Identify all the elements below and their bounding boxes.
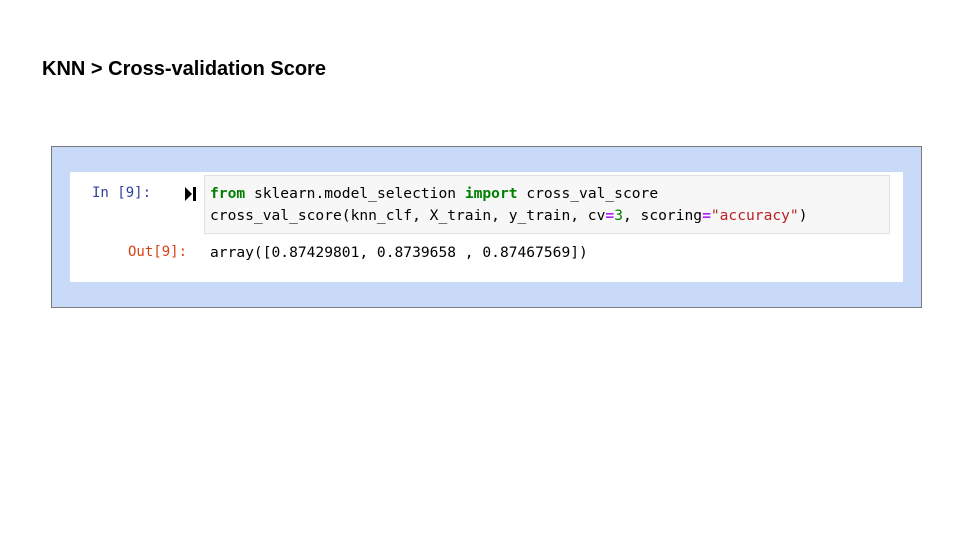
code-token: , scoring xyxy=(622,207,703,224)
number-token: 3 xyxy=(614,207,623,224)
keyword-token: import xyxy=(464,185,518,202)
run-cell-icon[interactable] xyxy=(185,187,197,201)
out-prompt: Out[9]: xyxy=(128,244,188,260)
operator-token: = xyxy=(702,207,711,224)
cell-output: array([0.87429801, 0.8739658 , 0.8746756… xyxy=(210,244,588,261)
code-line: cross_val_score(knn_clf, X_train, y_trai… xyxy=(210,207,808,224)
code-token: ) xyxy=(798,207,808,224)
code-input-area[interactable]: from sklearn.model_selection import cros… xyxy=(204,175,890,234)
keyword-token: from xyxy=(210,185,246,202)
string-token: "accuracy" xyxy=(710,207,799,224)
code-token: cross_val_score(knn_clf, X_train, y_trai… xyxy=(210,207,606,224)
operator-token: = xyxy=(605,207,615,224)
notebook-screenshot: In [9]: from sklearn.model_selection imp… xyxy=(51,146,922,308)
slide-title: KNN > Cross-validation Score xyxy=(42,58,326,80)
code-token: cross_val_score xyxy=(517,185,659,202)
code-token: sklearn.model_selection xyxy=(245,185,465,202)
code-line: from sklearn.model_selection import cros… xyxy=(210,185,658,202)
notebook-cell: In [9]: from sklearn.model_selection imp… xyxy=(70,172,903,282)
in-prompt: In [9]: xyxy=(92,185,152,201)
